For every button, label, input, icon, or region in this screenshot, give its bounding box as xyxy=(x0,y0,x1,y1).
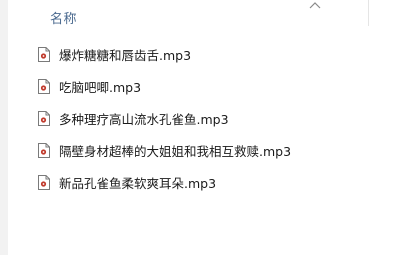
audio-file-icon xyxy=(38,174,50,190)
column-header-row: 名称 xyxy=(8,0,400,30)
audio-file-icon xyxy=(38,142,50,158)
column-divider[interactable] xyxy=(368,0,369,26)
file-row[interactable]: 多种理疗高山流水孔雀鱼.mp3 xyxy=(8,102,400,134)
audio-file-icon xyxy=(38,110,50,126)
navigation-pane-edge xyxy=(0,0,8,255)
file-name: 吃脑吧唧.mp3 xyxy=(59,79,142,95)
file-name: 爆炸糖糖和唇齿舌.mp3 xyxy=(59,47,192,63)
file-explorer-window: 名称 爆炸糖糖和唇齿舌.mp3 吃脑吧唧.mp3 多种理疗高山流水孔雀鱼.mp3… xyxy=(0,0,400,255)
audio-file-icon xyxy=(38,78,50,94)
file-name: 隔壁身材超棒的大姐姐和我相互救赎.mp3 xyxy=(59,143,292,159)
file-name: 新品孔雀鱼柔软爽耳朵.mp3 xyxy=(59,175,217,191)
file-row[interactable]: 吃脑吧唧.mp3 xyxy=(8,70,400,102)
file-name: 多种理疗高山流水孔雀鱼.mp3 xyxy=(59,111,229,127)
file-list: 爆炸糖糖和唇齿舌.mp3 吃脑吧唧.mp3 多种理疗高山流水孔雀鱼.mp3 隔壁… xyxy=(8,38,400,198)
file-row[interactable]: 隔壁身材超棒的大姐姐和我相互救赎.mp3 xyxy=(8,134,400,166)
name-column-header[interactable]: 名称 xyxy=(50,8,77,27)
sort-ascending-icon[interactable] xyxy=(309,1,321,9)
file-row[interactable]: 新品孔雀鱼柔软爽耳朵.mp3 xyxy=(8,166,400,198)
audio-file-icon xyxy=(38,46,50,62)
file-row[interactable]: 爆炸糖糖和唇齿舌.mp3 xyxy=(8,38,400,70)
